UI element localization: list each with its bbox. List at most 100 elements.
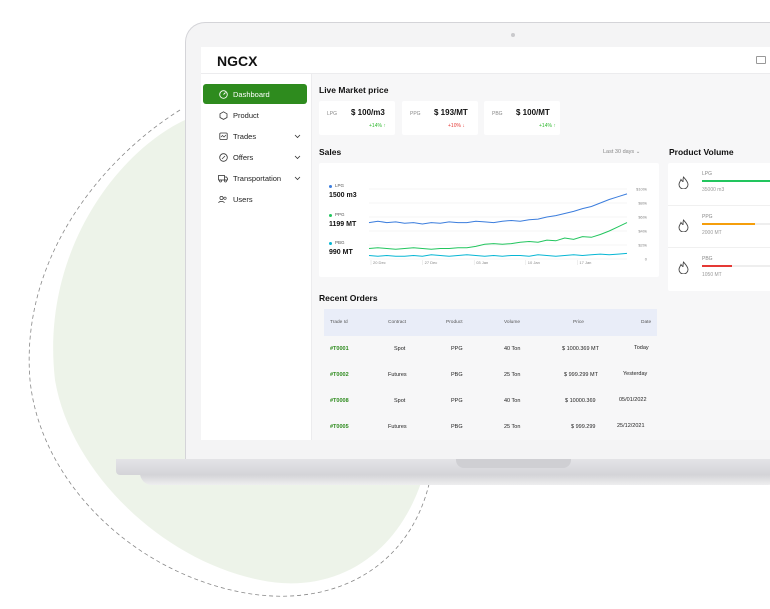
- card-icon[interactable]: [756, 56, 766, 64]
- volume-panel: LPG 35000 m3 PPG 2000 MT PBG 1050 MT: [668, 163, 770, 291]
- sales-line-chart: $100k $80k $60k $40k $20k 0 20 Dec 27 Dec 03 Jan…: [368, 187, 648, 265]
- product-cell: PBG: [451, 424, 463, 430]
- table-row[interactable]: #T0001 Spot PPG 40 Ton $ 1000.369 MT Tod…: [324, 336, 657, 362]
- price-change: +10% ↓: [448, 123, 465, 129]
- product-cell: PPG: [451, 398, 463, 404]
- y-tick-label: $100k: [636, 187, 647, 192]
- date-cell: Yesterday: [623, 371, 648, 377]
- x-tick-label: 03 Jan: [476, 260, 488, 265]
- volume-label: PPG: [702, 214, 713, 220]
- volume-bar: [702, 265, 770, 267]
- x-tick-label: 10 Jan: [528, 260, 540, 265]
- volume-bar-fill: [702, 265, 733, 267]
- trade-id[interactable]: #T0002: [330, 372, 349, 378]
- column-header: Volume: [504, 320, 520, 325]
- volume-cell: 25 Ton: [504, 424, 521, 430]
- price-label: PBG: [492, 111, 503, 117]
- date-cell: 05/01/2022: [619, 397, 647, 403]
- price-card-lpg: LPG $ 100/m3 +14% ↑: [319, 101, 395, 135]
- price-label: PPG: [410, 111, 421, 117]
- contract-cell: Futures: [388, 424, 407, 430]
- column-header: Contract: [388, 320, 407, 325]
- orders-table: Trade Id Contract Product Volume Price D…: [311, 309, 661, 440]
- sidebar-item-product[interactable]: Product: [203, 105, 307, 125]
- volume-bar-fill: [702, 223, 756, 225]
- flame-icon: [678, 261, 689, 279]
- trade-id[interactable]: #T0001: [330, 346, 349, 352]
- volume-bar-fill: [702, 180, 770, 182]
- column-header: Price: [573, 320, 584, 325]
- y-tick-label: $80k: [638, 201, 647, 206]
- truck-icon: [218, 173, 228, 183]
- top-bar: NGCX: [201, 47, 770, 74]
- sidebar-item-label: Dashboard: [233, 89, 270, 99]
- y-tick-label: 0: [645, 257, 648, 262]
- laptop-notch: [456, 459, 571, 468]
- column-header: Trade Id: [330, 320, 348, 325]
- app-logo: NGCX: [217, 53, 258, 69]
- volume-bar: [702, 180, 770, 182]
- series-line-lpg: [368, 193, 628, 225]
- price-label: LPG: [327, 111, 338, 117]
- camera-dot: [511, 33, 515, 37]
- sidebar-item-dashboard[interactable]: Dashboard: [203, 84, 307, 104]
- sales-panel: LPG 1500 m3 PPG 1199 MT PBG 990 MT $100k…: [319, 163, 659, 277]
- trades-icon: [218, 131, 228, 141]
- sidebar-item-label: Transportation: [233, 173, 282, 183]
- app-screen: NGCX Dashboard Product Trades Offers Tra…: [201, 47, 770, 440]
- sidebar-item-transportation[interactable]: Transportation: [203, 168, 307, 188]
- date-cell: Today: [634, 345, 649, 351]
- volume-value: 2000 MT: [702, 230, 722, 236]
- trade-id[interactable]: #T0005: [330, 424, 349, 430]
- price-card-pbg: PBG $ 100/MT +14% ↑: [484, 101, 560, 135]
- volume-cell: 40 Ton: [504, 346, 521, 352]
- period-select[interactable]: Last 30 days ⌄: [603, 149, 640, 155]
- volume-value: 35000 m3: [702, 187, 725, 193]
- chevron-down-icon: [294, 132, 301, 141]
- laptop-base: [116, 459, 770, 475]
- table-row[interactable]: #T0005 Futures PBG 25 Ton $ 999.299 25/1…: [324, 414, 657, 440]
- price-cell: $ 999.299: [571, 424, 596, 430]
- sidebar-item-label: Users: [233, 194, 253, 204]
- volume-title: Product Volume: [669, 147, 734, 157]
- x-tick-label: 20 Dec: [373, 260, 386, 265]
- dashboard-icon: [218, 89, 228, 99]
- market-title: Live Market price: [319, 85, 389, 95]
- volume-bar: [702, 223, 770, 225]
- price-change: +14% ↑: [539, 123, 556, 129]
- volume-row-pbg: PBG 1050 MT: [668, 247, 770, 288]
- orders-title: Recent Orders: [319, 293, 378, 303]
- chevron-down-icon: [294, 153, 301, 162]
- sidebar-item-offers[interactable]: Offers: [203, 147, 307, 167]
- y-tick-label: $20k: [638, 243, 647, 248]
- chevron-down-icon: ⌄: [635, 149, 641, 155]
- sidebar-item-label: Offers: [233, 152, 254, 162]
- sidebar-item-users[interactable]: Users: [203, 189, 307, 209]
- column-header: Product: [446, 320, 463, 325]
- sidebar: Dashboard Product Trades Offers Transpor…: [201, 74, 312, 440]
- contract-cell: Futures: [388, 372, 407, 378]
- flame-icon: [678, 176, 689, 194]
- contract-cell: Spot: [394, 398, 406, 404]
- offers-icon: [218, 152, 228, 162]
- trade-id[interactable]: #T0008: [330, 398, 349, 404]
- price-cell: $ 1000.369 MT: [562, 346, 599, 352]
- sidebar-item-trades[interactable]: Trades: [203, 126, 307, 146]
- column-header: Date: [641, 320, 652, 325]
- series-line-pbg: [368, 252, 628, 257]
- table-row[interactable]: #T0008 Spot PPG 40 Ton $ 10000.369 05/01…: [324, 388, 657, 414]
- price-cell: $ 999.299 MT: [564, 372, 598, 378]
- flame-icon: [678, 219, 689, 237]
- price-change: +14% ↑: [369, 123, 386, 129]
- volume-label: LPG: [702, 171, 713, 177]
- volume-cell: 40 Ton: [504, 398, 521, 404]
- x-tick-label: 17 Jan: [579, 260, 591, 265]
- product-cell: PBG: [451, 372, 463, 378]
- product-cell: PPG: [451, 346, 463, 352]
- table-row[interactable]: #T0002 Futures PBG 25 Ton $ 999.299 MT Y…: [324, 362, 657, 388]
- price-value: $ 193/MT: [434, 108, 468, 117]
- sidebar-item-label: Trades: [233, 131, 257, 141]
- volume-row-ppg: PPG 2000 MT: [668, 205, 770, 246]
- x-tick-label: 27 Dec: [425, 260, 438, 265]
- volume-row-lpg: LPG 35000 m3: [668, 163, 770, 203]
